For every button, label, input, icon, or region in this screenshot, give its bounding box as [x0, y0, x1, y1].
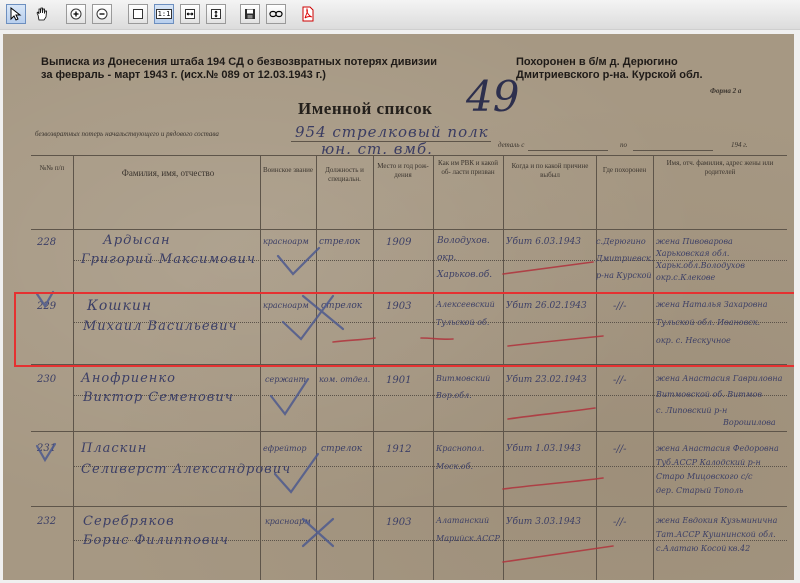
fit-width-button[interactable] — [180, 4, 200, 24]
actual-size-icon: 1:1 — [155, 9, 173, 19]
floppy-disk-icon — [245, 9, 255, 19]
cross-mark-icon — [301, 517, 335, 548]
fit-height-button[interactable] — [206, 4, 226, 24]
zoom-out-button[interactable] — [92, 4, 112, 24]
save-button[interactable] — [240, 4, 260, 24]
fit-height-icon — [211, 9, 221, 19]
zoom-out-icon — [96, 8, 108, 20]
pdf-icon — [302, 6, 314, 22]
fit-width-icon — [185, 9, 195, 19]
actual-size-button[interactable]: 1:1 — [154, 4, 174, 24]
selected-record-highlight — [14, 292, 794, 367]
document-viewer[interactable]: Выписка из Донесения штаба 194 СД о безв… — [0, 29, 800, 583]
viewer-toolbar: 1:1 — [0, 0, 800, 30]
link-icon — [269, 10, 283, 18]
checkmark-icon — [269, 377, 310, 416]
pointer-tool-button[interactable] — [6, 4, 26, 24]
pdf-export-button[interactable] — [298, 4, 318, 24]
hand-tool-button[interactable] — [32, 4, 52, 24]
fit-page-button[interactable] — [128, 4, 148, 24]
zoom-in-icon — [70, 8, 82, 20]
checkmark-icon — [276, 246, 321, 276]
arrow-pointer-icon — [10, 7, 22, 21]
link-button[interactable] — [266, 4, 286, 24]
scanned-document-page: Выписка из Донесения штаба 194 СД о безв… — [3, 34, 794, 580]
checkmark-icon — [35, 442, 57, 463]
hand-icon — [36, 7, 47, 21]
checkmark-icon — [273, 452, 320, 494]
zoom-in-button[interactable] — [66, 4, 86, 24]
fit-page-icon — [133, 9, 143, 19]
